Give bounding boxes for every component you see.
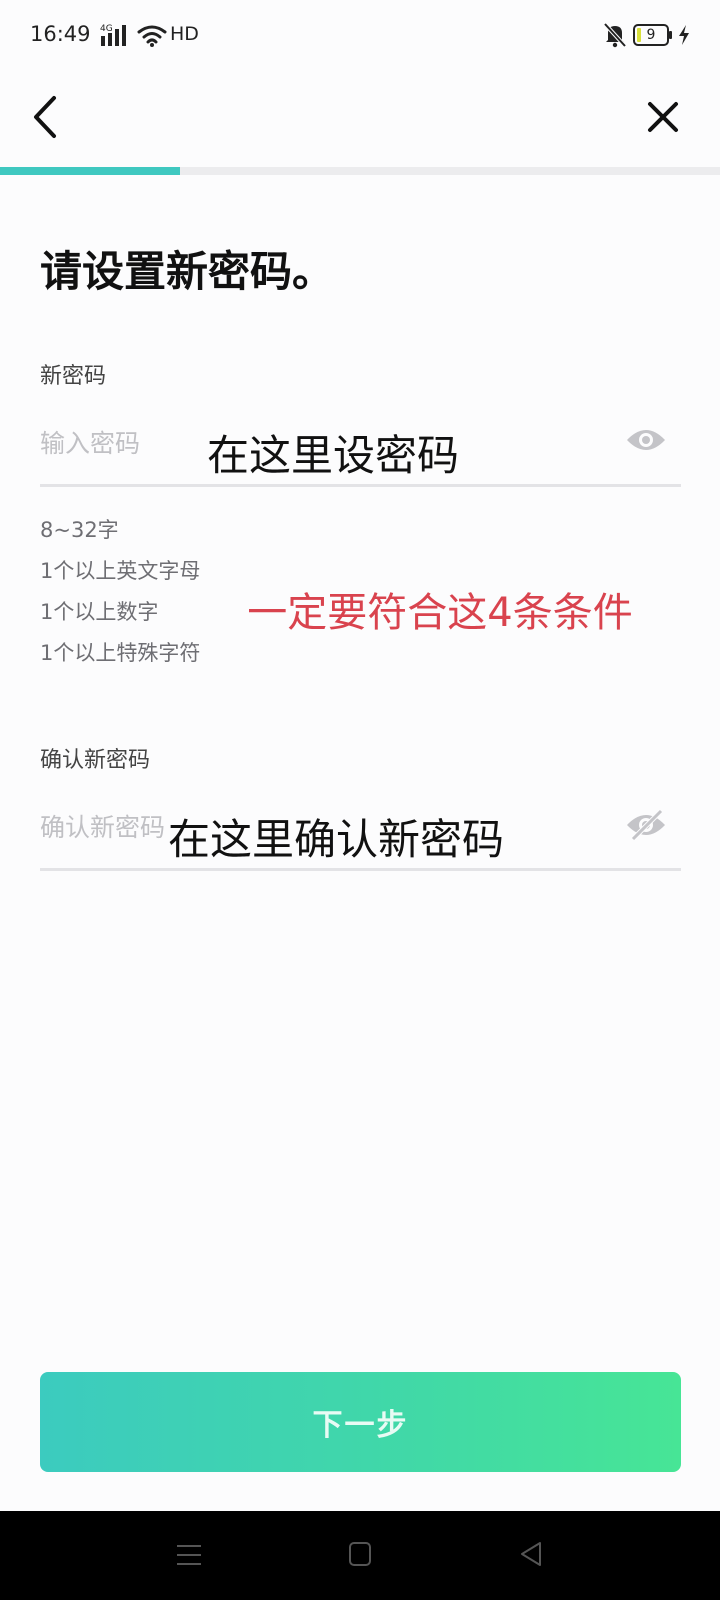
wifi-icon <box>137 25 167 47</box>
close-icon <box>648 102 678 132</box>
rule-item: 1个以上特殊字符 <box>40 641 201 665</box>
eye-off-icon[interactable] <box>625 809 667 841</box>
system-nav-bar <box>0 1511 720 1600</box>
hd-label: HD <box>170 23 199 45</box>
password-rules-list: 8~32字 1个以上英文字母 1个以上数字 1个以上特殊字符 <box>40 515 200 679</box>
battery-level: 9 <box>646 27 656 43</box>
eye-icon[interactable] <box>625 424 667 456</box>
home-icon[interactable] <box>348 1541 372 1567</box>
charge-icon <box>679 25 689 45</box>
next-button[interactable]: 下一步 <box>40 1372 681 1472</box>
rule-item: 1个以上数字 <box>40 600 159 624</box>
status-bar: 16:49 4G HD 9 <box>0 0 720 72</box>
new-password-underline <box>40 484 681 487</box>
signal-icon: 4G <box>100 24 126 46</box>
confirm-password-label: 确认新密码 <box>40 748 151 773</box>
new-password-annotation: 在这里设密码 <box>207 431 460 480</box>
menu-icon[interactable] <box>176 1541 202 1569</box>
progress-fill <box>0 167 180 175</box>
back-icon <box>34 96 56 138</box>
confirm-password-underline <box>40 868 681 871</box>
back-button[interactable] <box>22 88 72 146</box>
next-button-label: 下一步 <box>312 1408 409 1443</box>
close-button[interactable] <box>636 88 690 146</box>
confirm-password-annotation: 在这里确认新密码 <box>168 815 505 864</box>
rules-annotation: 一定要符合这4条条件 <box>247 590 633 636</box>
bell-off-icon <box>603 22 627 48</box>
progress-bar <box>0 167 720 175</box>
back-triangle-icon[interactable] <box>518 1540 544 1568</box>
svg-text:4G: 4G <box>100 24 113 34</box>
new-password-label: 新密码 <box>40 364 107 389</box>
top-nav-bar <box>0 72 720 164</box>
rule-item: 8~32字 <box>40 518 119 542</box>
rule-item: 1个以上英文字母 <box>40 559 201 583</box>
page-title: 请设置新密码。 <box>40 247 335 296</box>
status-time: 16:49 <box>30 22 91 46</box>
